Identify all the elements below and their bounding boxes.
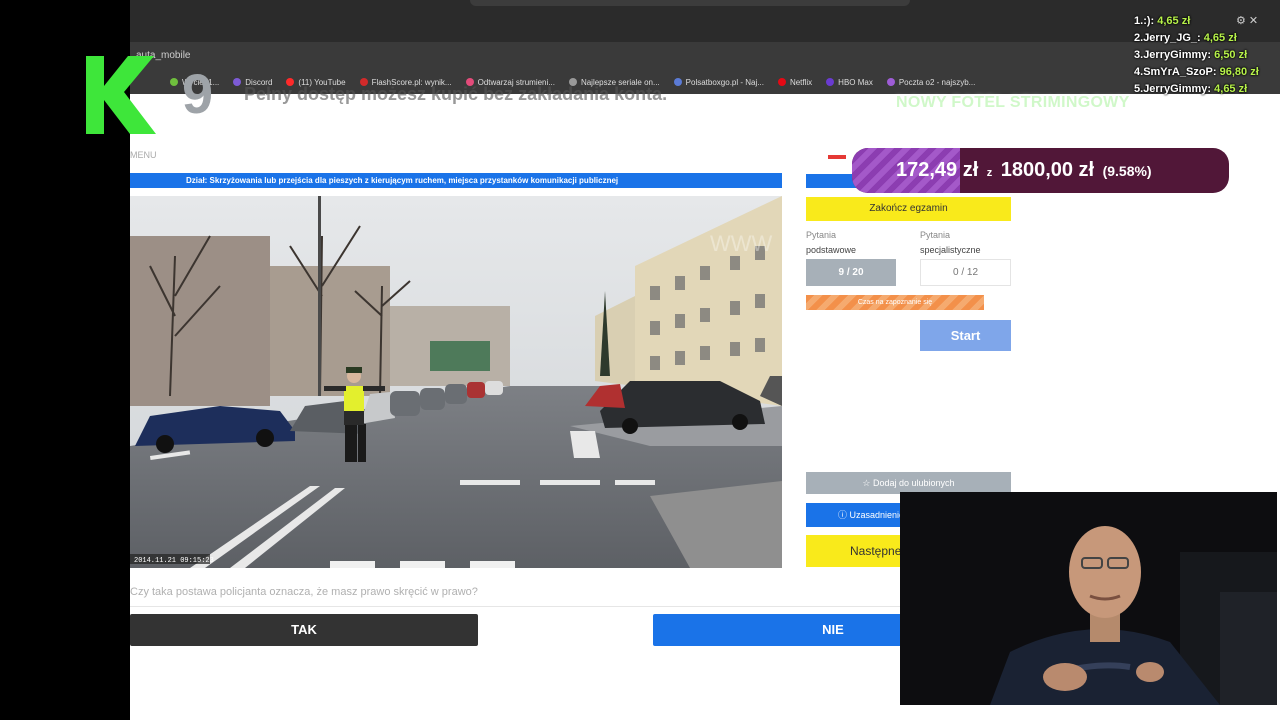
question-divider — [130, 606, 920, 607]
donation-name: SmYrA_SzoP — [1143, 66, 1213, 78]
favorites-label: Dodaj do ulubionych — [873, 478, 955, 488]
video-watermark: WWW — [710, 231, 773, 256]
answer-yes-button[interactable]: TAK — [130, 614, 478, 646]
bookmark-item[interactable]: HBO Max — [826, 78, 873, 87]
reading-timer-bar: Czas na zapoznanie się — [806, 295, 984, 310]
specialist-label-top: Pytania — [920, 230, 951, 240]
donation-row: 5.JerryGimmy: 4,65 zł — [1134, 83, 1248, 95]
bookmark-label: Netflix — [789, 77, 813, 87]
address-bar[interactable]: auta_mobile — [130, 42, 1280, 70]
donation-name: JerryGimmy — [1143, 49, 1208, 61]
donation-amount: 6,50 zł — [1214, 49, 1248, 61]
bookmark-label: Poczta o2 - najszyb... — [898, 77, 976, 87]
video-timestamp: 2014.11.21 09:15:23 — [134, 557, 214, 565]
question-text: Czy taka postawa policjanta oznacza, że … — [130, 586, 478, 598]
bookmark-favicon-icon — [826, 78, 835, 86]
goal-separator: z — [986, 167, 993, 179]
donation-row: 1.:): 4,65 zł — [1134, 15, 1191, 27]
star-icon: ☆ — [862, 478, 873, 488]
justification-label: Uzasadnienie — [849, 510, 905, 520]
donation-amount: 4,65 zł — [1203, 32, 1237, 44]
basic-label-bottom: podstawowe — [806, 245, 857, 255]
donation-name: Jerry_JG_ — [1143, 32, 1198, 44]
streamer-webcam-image — [900, 492, 1277, 705]
top-donations-list: 1.:): 4,65 zł 2.Jerry_JG_: 4,65 zł 3.Jerry… — [1134, 13, 1280, 98]
donation-row: 2.Jerry_JG_: 4,65 zł — [1134, 32, 1237, 44]
menu-link[interactable]: MENU — [130, 150, 157, 160]
specialist-questions-label: Pytania specjalistyczne — [920, 228, 981, 258]
bookmark-favicon-icon — [170, 78, 178, 86]
browser-tab[interactable] — [470, 0, 910, 6]
start-button[interactable]: Start — [920, 320, 1011, 351]
donation-goal-title: NOWY FOTEL STRIMINGOWY — [896, 94, 1130, 111]
donation-row: 4.SmYrA_SzoP: 96,80 zł — [1134, 66, 1259, 78]
basic-questions-counter: 9 / 20 — [806, 259, 896, 286]
channel-logo-icon — [86, 56, 156, 134]
specialist-label-bottom: specjalistyczne — [920, 245, 981, 255]
flag-icon — [828, 155, 846, 159]
question-video[interactable]: 2014.11.21 09:15:23 WWW — [130, 196, 782, 568]
browser-titlebar — [130, 0, 1280, 42]
page-heading: Pełny dostęp możesz kupić bez zakładania… — [244, 84, 668, 104]
donation-goal-text: 172,49 zł z 1800,00 zł (9.58%) — [896, 148, 1152, 193]
basic-label-top: Pytania — [806, 230, 837, 240]
goal-target: 1800,00 zł — [1000, 159, 1095, 181]
donation-amount: 4,65 zł — [1157, 15, 1191, 27]
question-circle-icon: ⓘ — [838, 510, 850, 520]
bookmark-label: Polsatboxgo.pl - Naj... — [685, 77, 764, 87]
donation-rank: 3. — [1134, 49, 1144, 61]
bookmark-favicon-icon — [777, 78, 786, 86]
donation-name: :) — [1143, 15, 1151, 27]
bookmark-label: HBO Max — [838, 77, 873, 87]
logo-number: 9 — [182, 62, 214, 125]
finish-exam-button[interactable]: Zakończ egzamin — [806, 197, 1011, 221]
bookmark-item[interactable]: Polsatboxgo.pl - Naj... — [673, 77, 764, 87]
section-bar: Dział: Skrzyżowania lub przejścia dla pi… — [130, 173, 782, 188]
donation-amount: 4,65 zł — [1214, 83, 1248, 95]
donation-row: 3.JerryGimmy: 6,50 zł — [1134, 49, 1248, 61]
bookmark-item[interactable]: Netflix — [777, 77, 813, 87]
donation-rank: 2. — [1134, 32, 1144, 44]
donation-amount: 96,80 zł — [1219, 66, 1259, 78]
bookmark-item[interactable]: Poczta o2 - najszyb... — [886, 77, 976, 87]
bookmark-favicon-icon — [673, 78, 682, 86]
bookmark-favicon-icon — [233, 78, 242, 86]
donation-name: JerryGimmy — [1143, 83, 1208, 95]
specialist-questions-counter: 0 / 12 — [920, 259, 1011, 286]
bookmark-favicon-icon — [886, 78, 895, 86]
add-to-favorites-button[interactable]: ☆ Dodaj do ulubionych — [806, 472, 1011, 494]
street-scene-image: 2014.11.21 09:15:23 WWW — [130, 196, 782, 568]
basic-questions-label: Pytania podstawowe — [806, 228, 856, 258]
donation-goal-bar: 172,49 zł z 1800,00 zł (9.58%) — [852, 148, 1229, 193]
goal-current: 172,49 zł — [896, 159, 979, 181]
stream-frame: auta_mobile Wycie91... Discord (11) YouTub… — [0, 0, 1280, 720]
goal-percent: (9.58%) — [1102, 163, 1152, 179]
webcam-feed — [900, 492, 1277, 705]
donation-rank: 5. — [1134, 83, 1144, 95]
donation-rank: 4. — [1134, 66, 1144, 78]
donation-rank: 1. — [1134, 15, 1144, 27]
